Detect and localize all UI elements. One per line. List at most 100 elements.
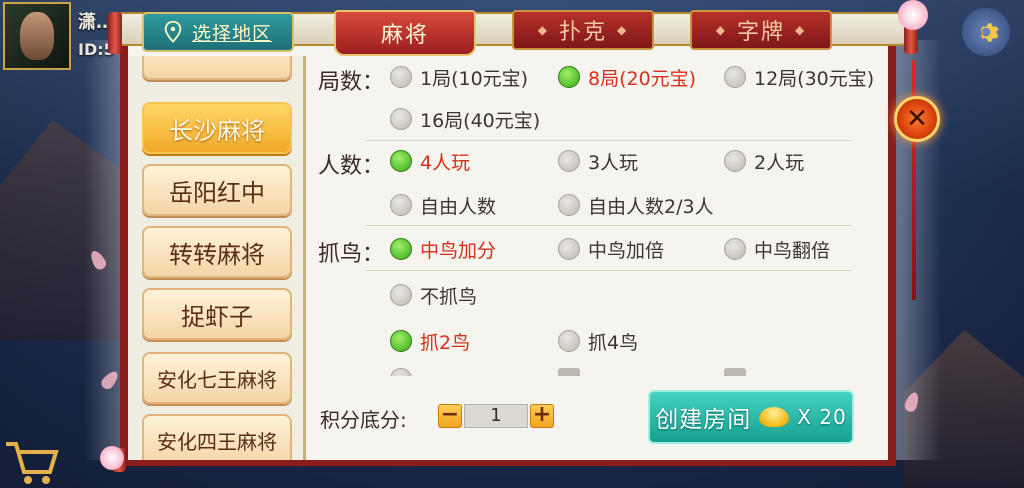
settings-button[interactable] — [962, 8, 1010, 56]
tab-label: 麻将 — [380, 23, 429, 48]
tab-mahjong[interactable]: 麻将 — [334, 10, 476, 56]
radio-icon — [558, 238, 580, 260]
score-decrement-button[interactable]: − — [438, 404, 462, 428]
close-button[interactable]: ✕ — [894, 96, 940, 142]
players-option-4[interactable]: 4人玩 — [390, 148, 470, 174]
radio-icon — [558, 330, 580, 352]
room-cost: X 20 — [797, 405, 847, 429]
rounds-option-8[interactable]: 8局(20元宝) — [558, 64, 696, 90]
radio-icon — [390, 284, 412, 306]
options-overflow-hint — [390, 368, 852, 376]
region-label: 安化四王麻将 — [157, 429, 277, 454]
region-label: 岳阳红中 — [169, 178, 265, 207]
option-label: 2人玩 — [754, 151, 805, 174]
region-label: 长沙麻将 — [169, 116, 265, 145]
option-label: 8局(20元宝) — [588, 67, 697, 90]
diamond-icon: ◆ — [537, 23, 549, 37]
radio-icon — [558, 150, 580, 172]
bird-option-4[interactable]: 抓4鸟 — [558, 328, 638, 354]
rounds-label: 局数： — [318, 70, 385, 95]
players-option-2[interactable]: 2人玩 — [724, 148, 804, 174]
players-label: 人数： — [318, 154, 385, 179]
option-label: 中鸟加倍 — [588, 239, 665, 262]
players-option-free[interactable]: 自由人数 — [390, 192, 496, 218]
create-room-label: 创建房间 — [655, 407, 752, 433]
score-value: 1 — [464, 404, 528, 428]
divider — [366, 270, 852, 271]
radio-icon — [390, 108, 412, 130]
bird-option-2[interactable]: 抓2鸟 — [390, 328, 470, 354]
close-icon: ✕ — [906, 104, 928, 134]
score-increment-button[interactable]: + — [530, 404, 554, 428]
option-label: 1局(10元宝) — [420, 67, 529, 90]
create-room-button[interactable]: 创建房间 X 20 — [648, 390, 854, 444]
select-region-button[interactable]: 选择地区 — [142, 12, 294, 52]
players-option-3[interactable]: 3人玩 — [558, 148, 638, 174]
region-item[interactable]: 安化四王麻将 — [142, 414, 292, 460]
radio-icon — [724, 238, 746, 260]
radio-icon — [390, 194, 412, 216]
checkbox-icon — [724, 368, 746, 376]
region-item[interactable]: 安化七王麻将 — [142, 352, 292, 404]
radio-checked-icon — [558, 66, 580, 88]
option-label: 中鸟翻倍 — [754, 239, 831, 262]
radio-icon — [390, 368, 412, 376]
location-pin-icon — [164, 21, 182, 43]
option-label: 不抓鸟 — [420, 285, 478, 308]
radio-checked-icon — [390, 150, 412, 172]
flower-decoration — [100, 446, 124, 470]
radio-icon — [390, 66, 412, 88]
diamond-icon: ◆ — [617, 23, 629, 37]
option-label: 12局(30元宝) — [754, 67, 875, 90]
radio-icon — [724, 150, 746, 172]
region-label: 转转麻将 — [169, 240, 265, 269]
tab-label: 字牌 — [736, 20, 785, 45]
bird-option-multiply[interactable]: 中鸟翻倍 — [724, 236, 830, 262]
region-list[interactable]: 长沙麻将 岳阳红中 转转麻将 捉虾子 安化七王麻将 安化四王麻将 — [128, 56, 306, 460]
bird-option-double[interactable]: 中鸟加倍 — [558, 236, 664, 262]
region-label: 安化七王麻将 — [157, 367, 277, 392]
option-label: 抓4鸟 — [588, 331, 639, 354]
option-label: 自由人数2/3人 — [588, 195, 714, 218]
flower-decoration — [898, 0, 928, 30]
option-label: 4人玩 — [420, 151, 471, 174]
option-label: 中鸟加分 — [420, 239, 497, 262]
base-score-label: 积分底分: — [320, 408, 407, 432]
region-item-partial[interactable] — [142, 56, 292, 80]
region-item[interactable]: 转转麻将 — [142, 226, 292, 278]
players-option-free-2-3[interactable]: 自由人数2/3人 — [558, 192, 714, 218]
radio-checked-icon — [390, 238, 412, 260]
checkbox-icon — [558, 368, 580, 376]
tab-zipai[interactable]: ◆ 字牌 ◆ — [690, 10, 832, 50]
tab-poker[interactable]: ◆ 扑克 ◆ — [512, 10, 654, 50]
diamond-icon: ◆ — [795, 23, 807, 37]
bird-option-add-score[interactable]: 中鸟加分 — [390, 236, 496, 262]
rounds-option-1[interactable]: 1局(10元宝) — [390, 64, 528, 90]
diamond-icon: ◆ — [715, 23, 727, 37]
divider — [366, 225, 852, 226]
region-item[interactable]: 捉虾子 — [142, 288, 292, 340]
region-item[interactable]: 岳阳红中 — [142, 164, 292, 216]
avatar[interactable] — [3, 2, 71, 70]
tab-label: 扑克 — [558, 20, 607, 45]
shopping-cart-icon[interactable] — [0, 430, 60, 488]
rounds-option-12[interactable]: 12局(30元宝) — [724, 64, 874, 90]
gold-ingot-icon — [759, 407, 790, 427]
option-label: 自由人数 — [420, 195, 497, 218]
option-label: 抓2鸟 — [420, 331, 471, 354]
scroll-rod-left — [108, 12, 122, 54]
option-label: 16局(40元宝) — [420, 109, 541, 132]
option-label: 3人玩 — [588, 151, 639, 174]
radio-icon — [724, 66, 746, 88]
avatar-face — [20, 12, 54, 60]
rounds-option-16[interactable]: 16局(40元宝) — [390, 106, 540, 132]
select-region-label: 选择地区 — [191, 22, 272, 45]
region-label: 捉虾子 — [181, 302, 253, 331]
radio-icon — [558, 194, 580, 216]
region-item[interactable]: 长沙麻将 — [142, 102, 292, 154]
bird-label: 抓鸟： — [318, 242, 385, 267]
divider — [366, 140, 852, 141]
gear-icon — [980, 23, 999, 42]
bird-option-none[interactable]: 不抓鸟 — [390, 282, 477, 308]
radio-checked-icon — [390, 330, 412, 352]
